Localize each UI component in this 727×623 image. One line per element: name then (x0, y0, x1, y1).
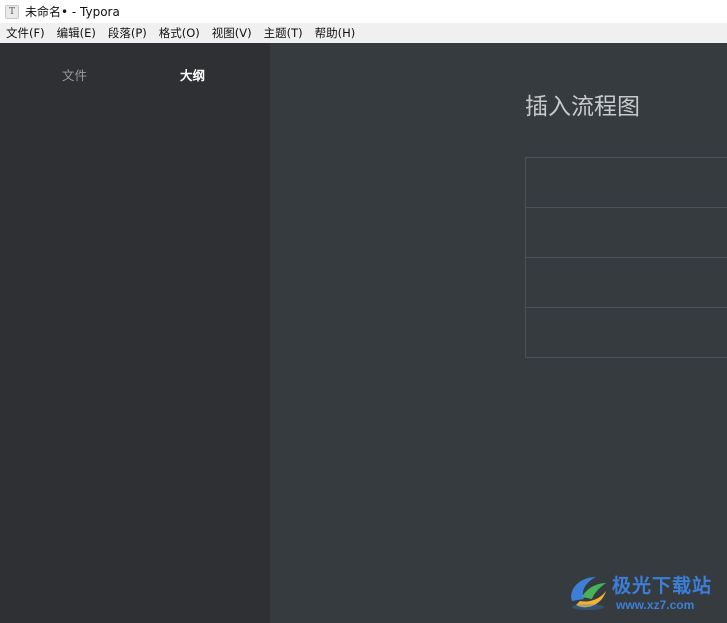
table-cell[interactable] (525, 207, 727, 258)
menu-help[interactable]: 帮助(H) (309, 23, 362, 43)
tab-files[interactable]: 文件 (62, 65, 87, 84)
typora-app-icon: T (5, 4, 19, 19)
sidebar-tabs: 文件 大纲 (0, 43, 270, 103)
table-row (525, 257, 727, 308)
sidebar: 文件 大纲 (0, 43, 270, 623)
tab-outline[interactable]: 大纲 (180, 65, 205, 84)
editor-area[interactable]: 插入流程图 (270, 43, 727, 623)
table-cell[interactable] (525, 157, 727, 208)
watermark-url: www.xz7.com (616, 598, 695, 612)
watermark-name: 极光下载站 (612, 575, 713, 597)
menu-view[interactable]: 视图(V) (206, 23, 258, 43)
table-cell[interactable] (525, 307, 727, 358)
title-bar: T 未命名• - Typora (0, 0, 727, 23)
menu-format[interactable]: 格式(O) (153, 23, 206, 43)
watermark: 极光下载站 www.xz7.com (566, 569, 724, 617)
table-cell[interactable] (525, 257, 727, 308)
menu-paragraph[interactable]: 段落(P) (102, 23, 153, 43)
menu-theme[interactable]: 主题(T) (258, 23, 309, 43)
window-title: 未命名• - Typora (25, 5, 120, 19)
table-row (525, 207, 727, 258)
document-table[interactable] (525, 157, 727, 358)
menu-edit[interactable]: 编辑(E) (51, 23, 102, 43)
document-heading[interactable]: 插入流程图 (525, 87, 640, 121)
watermark-logo-icon (571, 577, 606, 610)
table-row (525, 307, 727, 358)
menu-bar: 文件(F) 编辑(E) 段落(P) 格式(O) 视图(V) 主题(T) 帮助(H… (0, 23, 727, 43)
menu-file[interactable]: 文件(F) (0, 23, 51, 43)
table-row (525, 157, 727, 208)
